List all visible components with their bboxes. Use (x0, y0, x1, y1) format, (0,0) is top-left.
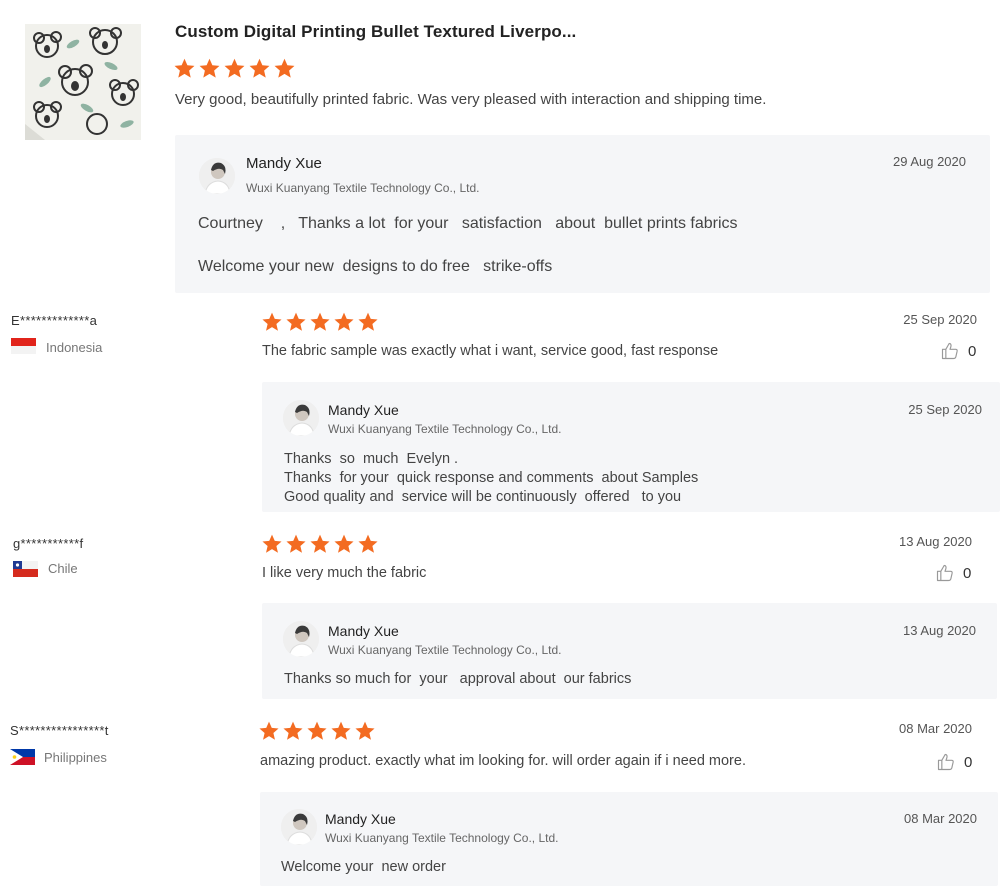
star-icon (310, 534, 330, 553)
thumbs-up-icon (937, 753, 954, 771)
seller-reply-card: Mandy Xue Wuxi Kuanyang Textile Technolo… (175, 135, 990, 293)
reply-date: 13 Aug 2020 (902, 623, 976, 638)
star-icon (174, 58, 195, 78)
star-icon (331, 721, 351, 740)
seller-company: Wuxi Kuanyang Textile Technology Co., Lt… (246, 181, 480, 195)
seller-avatar (281, 809, 317, 845)
star-icon (358, 534, 378, 553)
review-date: 08 Mar 2020 (899, 721, 972, 736)
reply-text-line: Good quality and service will be continu… (284, 489, 682, 505)
star-icon (283, 721, 303, 740)
star-icon (286, 534, 306, 553)
seller-name: Mandy Xue (246, 155, 322, 172)
seller-reply-card: Mandy Xue Wuxi Kuanyang Textile Technolo… (262, 382, 1000, 512)
star-icon (307, 721, 327, 740)
reviewer-country: Indonesia (46, 340, 103, 355)
reviewer-country: Chile (48, 561, 78, 576)
seller-avatar (283, 400, 319, 436)
chile-flag-icon (13, 561, 38, 577)
product-review-text: Very good, beautifully printed fabric. W… (175, 91, 767, 108)
star-icon (259, 721, 279, 740)
seller-name: Mandy Xue (328, 402, 399, 418)
star-icon (310, 312, 330, 331)
reply-date: 25 Sep 2020 (908, 402, 982, 417)
reply-text-line: Thanks so much for your approval about o… (284, 671, 632, 687)
reply-text-line: Welcome your new designs to do free stri… (198, 258, 553, 275)
like-count: 0 (963, 564, 972, 582)
seller-avatar (283, 621, 319, 657)
person-avatar-icon (283, 621, 319, 657)
like-button[interactable]: 0 (940, 341, 976, 361)
like-count: 0 (968, 342, 977, 360)
star-icon (355, 721, 375, 740)
reviewer-name: g***********f (13, 536, 84, 551)
philippines-flag-icon (10, 749, 35, 765)
review-rating-stars (261, 311, 379, 333)
reply-text-line: Courtney , Thanks a lot for your satisfa… (198, 215, 738, 232)
seller-company: Wuxi Kuanyang Textile Technology Co., Lt… (325, 831, 559, 845)
review-rating-stars (261, 533, 379, 555)
koala-fabric-image (25, 24, 141, 140)
review-text: The fabric sample was exactly what i wan… (262, 343, 719, 359)
reviewer-country: Philippines (44, 750, 107, 765)
product-title[interactable]: Custom Digital Printing Bullet Textured … (175, 22, 576, 42)
seller-avatar (199, 158, 235, 194)
reviewer-name: E*************a (11, 313, 98, 328)
star-icon (262, 312, 282, 331)
star-icon (286, 312, 306, 331)
product-rating-stars (173, 57, 296, 80)
star-icon (334, 312, 354, 331)
person-avatar-icon (199, 158, 235, 194)
indonesia-flag-icon (11, 338, 36, 354)
reply-date: 08 Mar 2020 (904, 811, 977, 826)
like-button[interactable]: 0 (936, 752, 972, 772)
reviewer-name: S****************t (10, 723, 109, 738)
star-icon (224, 58, 245, 78)
seller-name: Mandy Xue (325, 811, 396, 827)
star-icon (262, 534, 282, 553)
thumbs-up-icon (936, 564, 953, 582)
star-icon (358, 312, 378, 331)
thumbs-up-icon (941, 342, 958, 360)
person-avatar-icon (283, 400, 319, 436)
star-icon (334, 534, 354, 553)
like-button[interactable]: 0 (935, 563, 971, 583)
reply-text-line: Thanks so much Evelyn . (284, 451, 459, 467)
reply-text-line: Thanks for your quick response and comme… (284, 470, 699, 486)
reply-date: 29 Aug 2020 (892, 154, 966, 169)
star-icon (274, 58, 295, 78)
star-icon (249, 58, 270, 78)
product-thumbnail[interactable] (25, 24, 141, 140)
review-text: I like very much the fabric (262, 565, 427, 581)
person-avatar-icon (281, 809, 317, 845)
review-date: 25 Sep 2020 (903, 312, 977, 327)
seller-company: Wuxi Kuanyang Textile Technology Co., Lt… (328, 422, 562, 436)
review-date: 13 Aug 2020 (898, 534, 972, 549)
review-text: amazing product. exactly what im looking… (260, 753, 746, 769)
reply-text-line: Welcome your new order (281, 859, 446, 875)
seller-reply-card: Mandy Xue Wuxi Kuanyang Textile Technolo… (262, 603, 997, 699)
seller-company: Wuxi Kuanyang Textile Technology Co., Lt… (328, 643, 562, 657)
seller-reply-card: Mandy Xue Wuxi Kuanyang Textile Technolo… (260, 792, 998, 886)
seller-name: Mandy Xue (328, 623, 399, 639)
review-rating-stars (258, 720, 376, 742)
star-icon (199, 58, 220, 78)
like-count: 0 (964, 753, 973, 771)
